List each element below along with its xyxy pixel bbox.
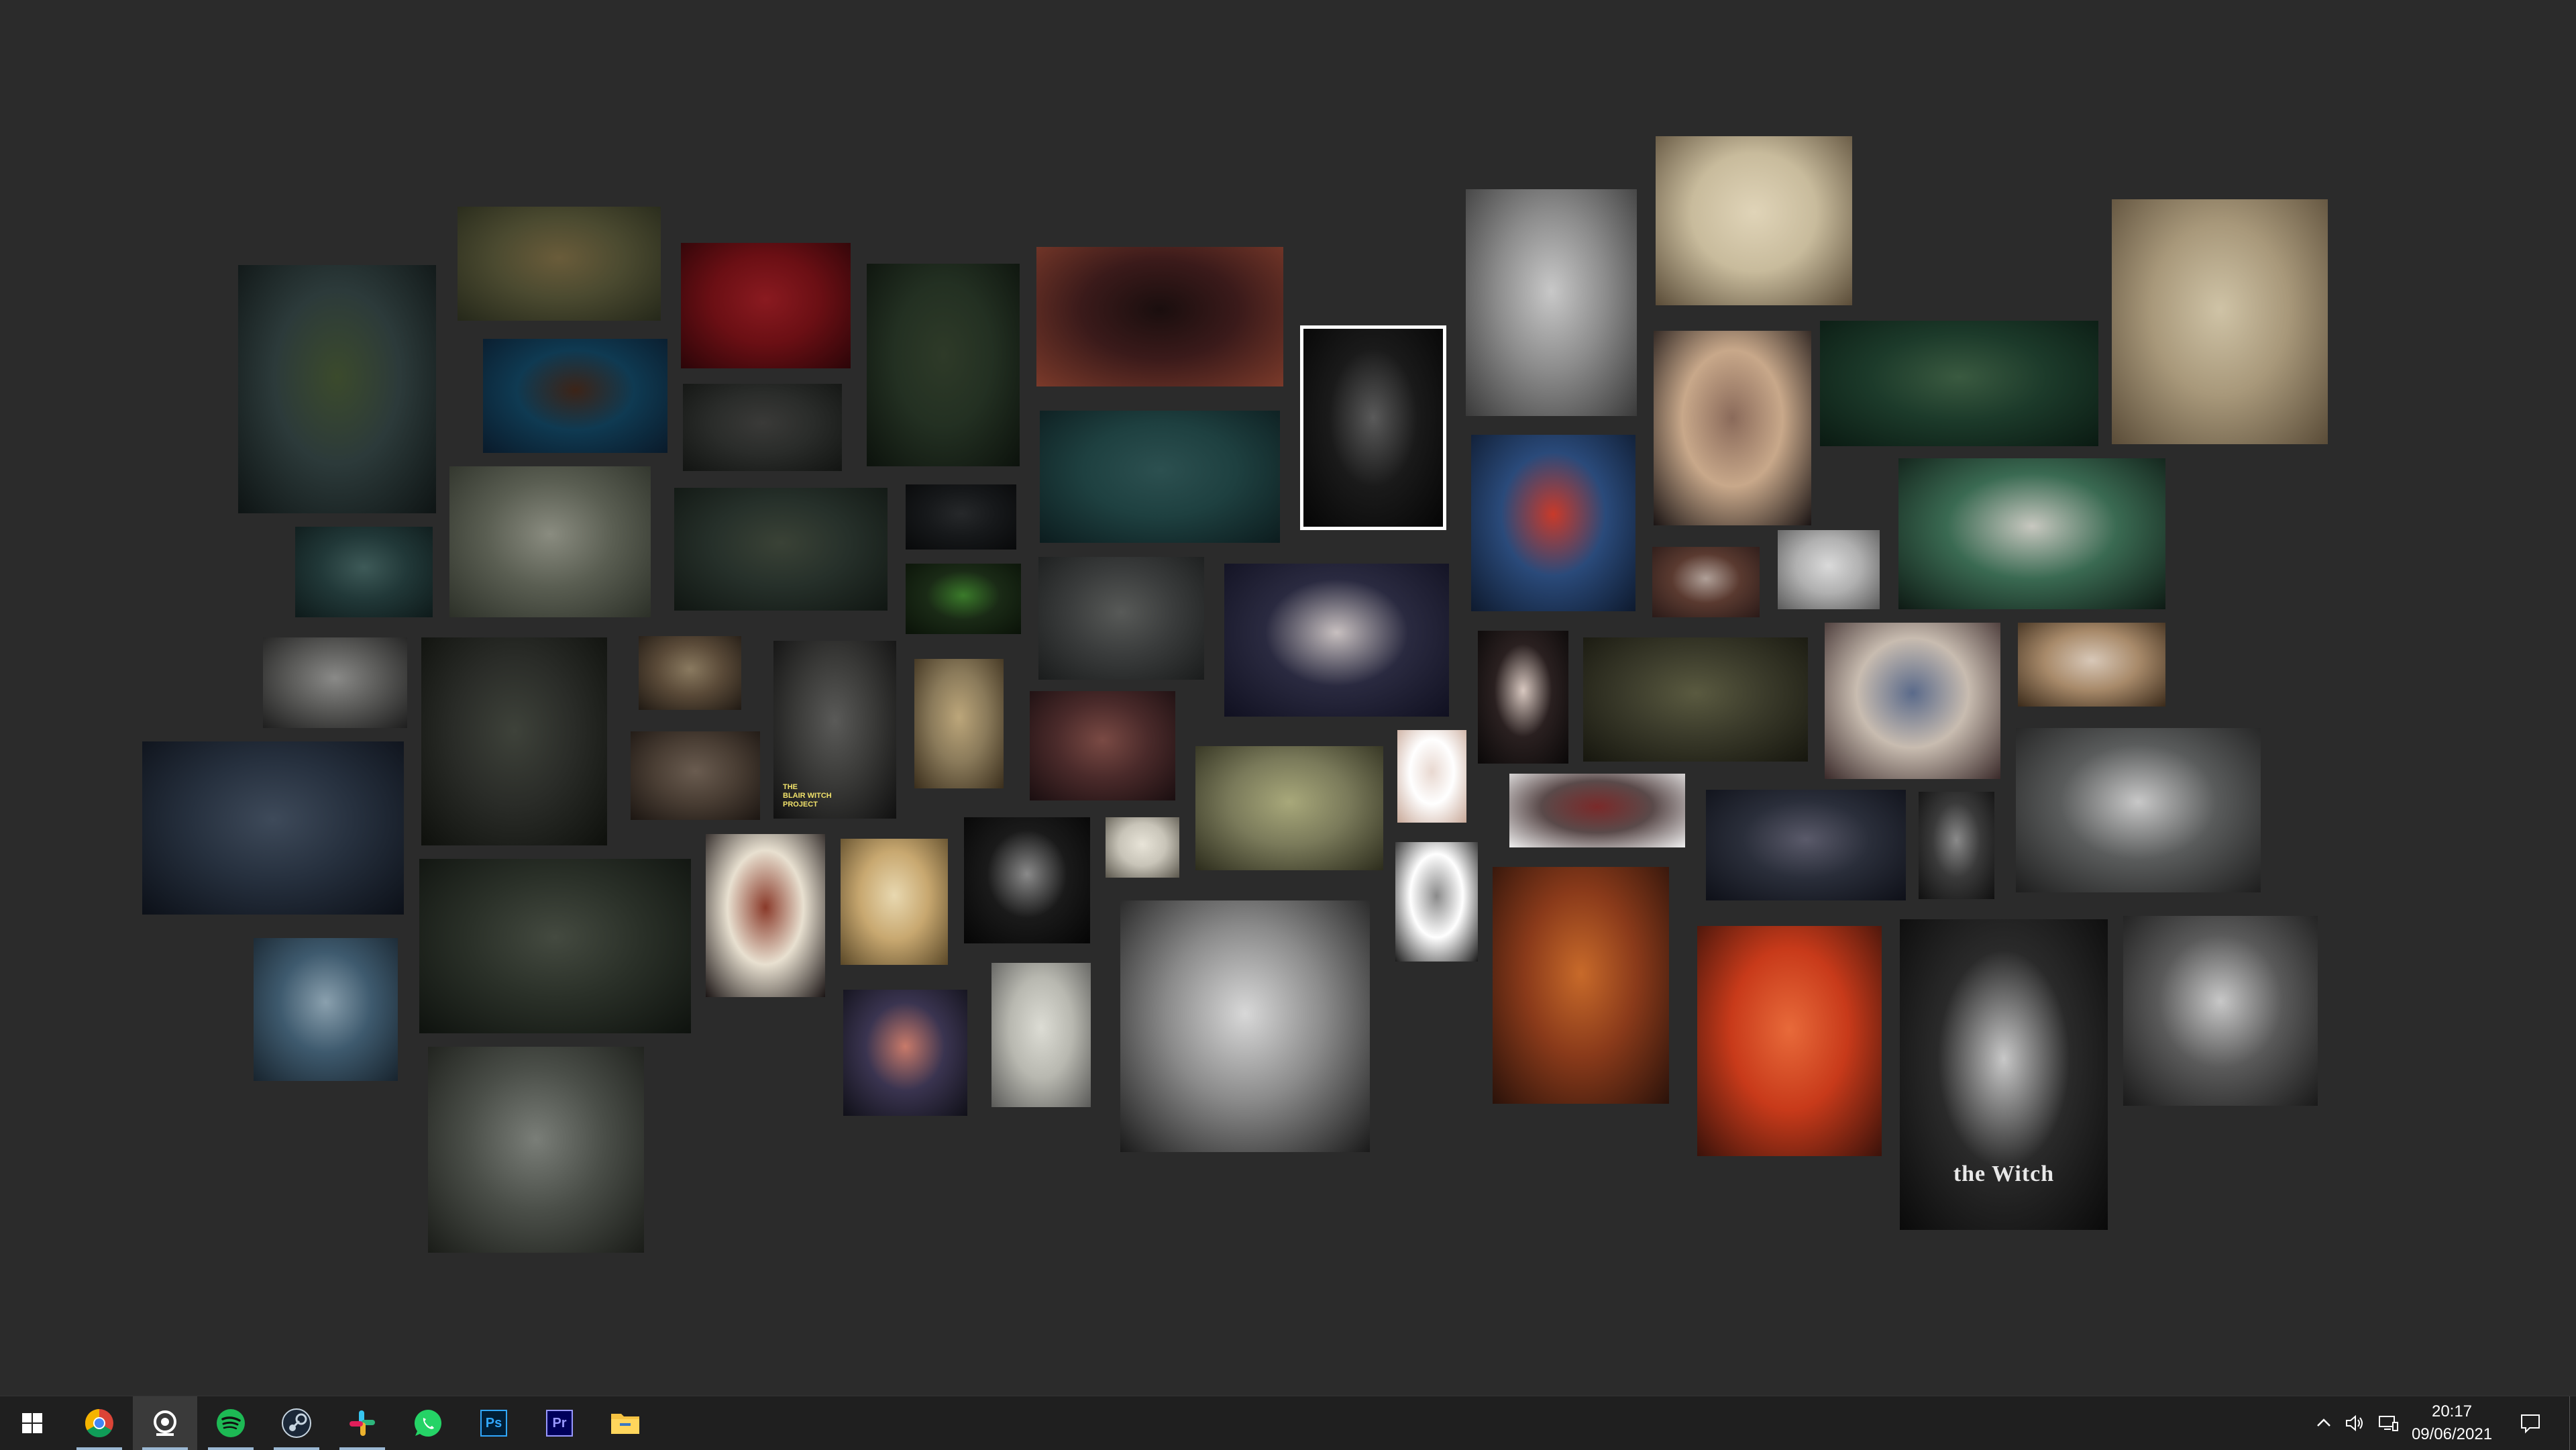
chevron-up-icon[interactable] [2310, 1410, 2337, 1437]
steam-icon [282, 1408, 311, 1438]
dark-woods-photo[interactable] [683, 384, 842, 471]
rabbit-mask-photo[interactable] [1654, 331, 1811, 525]
taskbar: Ps Pr 20:17 09/06/2021 [0, 1396, 2576, 1450]
dark-forest-photo[interactable] [867, 264, 1020, 466]
whatsapp-button[interactable] [396, 1396, 460, 1450]
old-cabin-woods-photo[interactable] [631, 731, 760, 820]
volume-icon[interactable] [2341, 1410, 2368, 1437]
blair-witch-title-line-3: PROJECT [783, 800, 818, 809]
green-glow-forest-photo[interactable] [906, 564, 1021, 634]
the-witch-title: the Witch [1953, 1161, 2055, 1186]
photoshop-button[interactable]: Ps [462, 1396, 526, 1450]
black-furred-creature-photo[interactable] [1919, 792, 1994, 899]
horned-goat-creature-photo[interactable] [2016, 728, 2261, 892]
tree-stump-close-photo[interactable] [639, 636, 741, 710]
wicker-man-engraving[interactable] [2112, 199, 2328, 444]
moonlit-dancers-art[interactable] [2123, 916, 2318, 1106]
blair-witch-title-line-1: THE [783, 783, 798, 791]
chrome-icon [85, 1409, 113, 1438]
bear-masks-children-photo[interactable] [2018, 623, 2165, 707]
photoshop-icon: Ps [480, 1410, 507, 1437]
folder-icon [611, 1414, 639, 1434]
slack-button[interactable] [330, 1396, 394, 1450]
woodcut-ritual-print[interactable] [1395, 842, 1478, 962]
green-creature-photo[interactable] [1820, 321, 2098, 446]
chrome-button[interactable] [67, 1396, 131, 1450]
cloudy-forest-hills-photo[interactable] [254, 938, 398, 1081]
forest-stump-photo[interactable] [458, 207, 661, 321]
windows-icon [22, 1413, 42, 1433]
misty-forest-photo[interactable] [449, 466, 651, 617]
desktop-collage: THE BLAIR WITCH PROJECT the Witch [0, 0, 2576, 1396]
dancing-witch-etching[interactable] [991, 963, 1091, 1107]
spotify-icon [217, 1409, 245, 1437]
creepy-tree-art[interactable] [421, 637, 607, 845]
photoshop-label: Ps [485, 1415, 502, 1431]
the-witch-poster[interactable]: the Witch [1900, 919, 2108, 1230]
old-witch-crow-painting[interactable] [428, 1047, 644, 1253]
premiere-icon: Pr [546, 1410, 573, 1437]
swamp-creature-art[interactable] [419, 859, 691, 1033]
notification-icon[interactable] [2517, 1410, 2544, 1437]
bare-forest-figures-photo[interactable] [1038, 557, 1204, 680]
animal-masked-people-photo[interactable] [1224, 564, 1449, 717]
blue-forest-photo[interactable] [483, 339, 667, 453]
show-desktop-button[interactable] [2569, 1396, 2576, 1450]
gnarled-tree-engraving[interactable] [1466, 189, 1637, 416]
masked-figure-photo[interactable] [1652, 547, 1760, 617]
dark-tree-figure-drawing[interactable] [1120, 900, 1370, 1152]
spotify-button[interactable] [199, 1396, 263, 1450]
whatsapp-icon [415, 1410, 441, 1437]
folk-witch-painting[interactable] [1471, 435, 1635, 611]
misty-teal-woods-photo[interactable] [295, 527, 433, 617]
black-horse-sunset-art[interactable] [843, 990, 967, 1116]
ritual-circle-pond-art[interactable] [1195, 746, 1383, 870]
masked-group-photo[interactable] [1509, 774, 1685, 847]
red-demon-figure-art[interactable] [1036, 247, 1283, 386]
white-serpent-deer-art[interactable] [706, 834, 825, 997]
golden-deity-art[interactable] [841, 839, 948, 965]
slack-icon [350, 1410, 375, 1436]
steam-button[interactable] [264, 1396, 329, 1450]
demon-figures-manuscript[interactable] [1825, 623, 2000, 779]
clock-date: 09/06/2021 [2411, 1425, 2493, 1443]
blair-witch-title-line-2: BLAIR WITCH [783, 792, 832, 800]
forest-path-figure-photo[interactable] [674, 488, 888, 611]
system-clock[interactable]: 20:17 09/06/2021 [2411, 1399, 2493, 1447]
old-face-photo[interactable] [1778, 530, 1880, 609]
straw-creatures-photo[interactable] [1706, 790, 1906, 900]
foggy-field-photo[interactable] [263, 637, 407, 728]
tall-creature-drawing[interactable] [1300, 325, 1446, 530]
pale-mask-photo[interactable] [1397, 730, 1466, 823]
misty-lake-figure-photo[interactable] [142, 741, 404, 915]
autumn-path-photo[interactable] [1030, 691, 1175, 800]
network-icon[interactable] [2375, 1410, 2402, 1437]
devil-woodcut-engraving[interactable] [1656, 136, 1852, 305]
clock-time: 20:17 [2431, 1402, 2473, 1420]
occult-symbols-art[interactable] [964, 817, 1090, 943]
abandoned-shed-photo[interactable] [672, 1047, 815, 1191]
premiere-button[interactable]: Pr [527, 1396, 592, 1450]
dark-trees-photo[interactable] [906, 484, 1016, 550]
overgrown-hut-photo[interactable] [1583, 637, 1808, 762]
white-face-mask-photo[interactable] [1478, 631, 1568, 764]
premiere-label: Pr [552, 1415, 567, 1431]
blair-witch-project-poster[interactable]: THE BLAIR WITCH PROJECT [773, 641, 896, 819]
cabin-in-forest-photo[interactable] [238, 265, 436, 513]
red-forest-photo[interactable] [681, 243, 851, 368]
start-button[interactable] [0, 1396, 64, 1450]
horned-witch-figure-art[interactable] [914, 659, 1004, 788]
red-demon-painting[interactable] [1697, 926, 1882, 1156]
webcam-app-button[interactable] [133, 1396, 197, 1450]
teal-forest-photo[interactable] [1040, 411, 1280, 543]
webcam-icon [154, 1410, 176, 1436]
red-hooded-witches-art[interactable] [1493, 867, 1669, 1104]
file-explorer-button[interactable] [593, 1396, 657, 1450]
vintage-witches-engraving[interactable] [1106, 817, 1179, 878]
green-deer-skulls-art[interactable] [1898, 458, 2165, 609]
